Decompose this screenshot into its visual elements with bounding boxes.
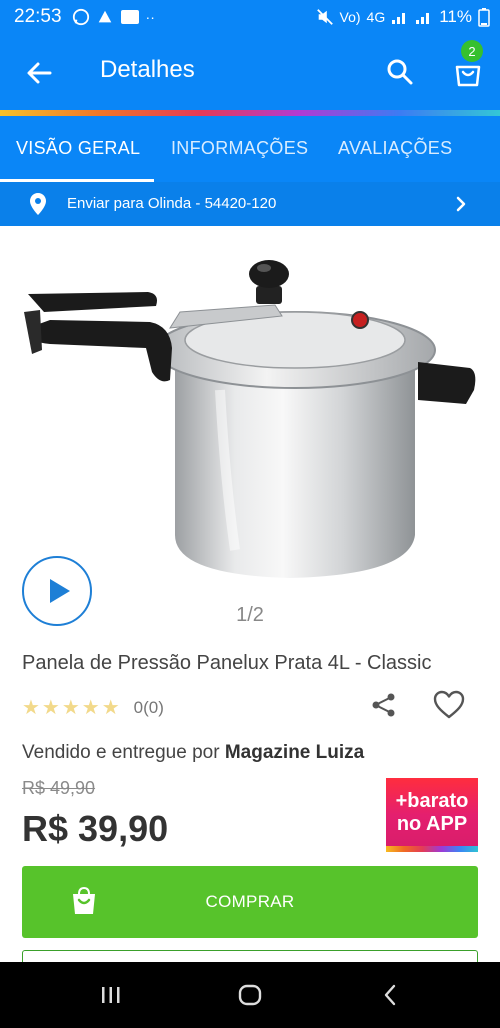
status-bar: 22:53 ·· Vo) 4G 11% [0,0,500,34]
cart-bag-icon[interactable] [453,58,483,88]
gallery-icon [120,10,139,24]
seller-info: Vendido e entregue por Magazine Luiza [22,742,364,764]
system-icons: Vo) 4G 11% [316,7,490,27]
signal-icon [392,13,406,24]
home-icon[interactable] [238,984,262,1006]
product-image-pressure-cooker[interactable] [20,250,480,590]
chevron-right-icon [456,196,466,212]
gallery-pager: 1/2 [236,604,264,626]
search-icon[interactable] [386,58,414,86]
cart-count-badge: 2 [461,40,483,62]
buy-button[interactable]: COMPRAR [22,866,478,938]
mute-icon [316,9,333,25]
rating-count: 0(0) [133,697,164,717]
rating-stars: ★★★★★ [22,697,122,719]
app-notification-icon [98,10,111,23]
signal-2-icon [416,13,430,24]
old-price: R$ 49,90 [22,778,96,798]
whatsapp-icon [72,8,89,26]
tab-visao-geral[interactable]: VISÃO GERAL [16,138,140,159]
notification-icons: ·· [72,8,155,26]
product-name: Panela de Pressão Panelux Prata 4L - Cla… [22,652,432,674]
network-type: 4G [366,9,386,25]
status-time: 22:53 [14,6,62,27]
system-navigation-bar [0,962,500,1028]
page-title: Detalhes [100,56,195,83]
product-rating[interactable]: ★★★★★ 0(0) [22,695,164,720]
promo-line-1: +barato [395,790,469,812]
recent-apps-icon[interactable] [100,986,122,1004]
system-back-icon[interactable] [382,984,398,1006]
location-pin-icon [30,193,46,215]
app-bar: Detalhes 2 [0,34,500,110]
tab-bar: VISÃO GERAL INFORMAÇÕES AVALIAÇÕES [0,116,500,182]
volte-icon: Vo) [339,9,361,25]
seller-name: Magazine Luiza [224,742,365,763]
more-notifications-icon: ·· [145,9,155,25]
tab-informacoes[interactable]: INFORMAÇÕES [171,138,308,159]
seller-prefix: Vendido e entregue por [22,742,225,763]
back-arrow-icon[interactable] [24,58,54,88]
current-price: R$ 39,90 [22,808,169,849]
tab-avaliacoes[interactable]: AVALIAÇÕES [338,138,452,159]
share-icon[interactable] [370,691,398,719]
battery-percent: 11% [439,7,472,26]
promo-line-2: no APP [396,813,468,835]
shipping-location-bar[interactable]: Enviar para Olinda - 54420-120 [0,182,500,226]
battery-icon [478,8,490,27]
shipping-location-text: Enviar para Olinda - 54420-120 [67,195,277,212]
promo-badge-barato-no-app: +barato no APP [386,778,478,852]
buy-button-label: COMPRAR [205,892,295,911]
favorite-heart-icon[interactable] [432,689,466,721]
